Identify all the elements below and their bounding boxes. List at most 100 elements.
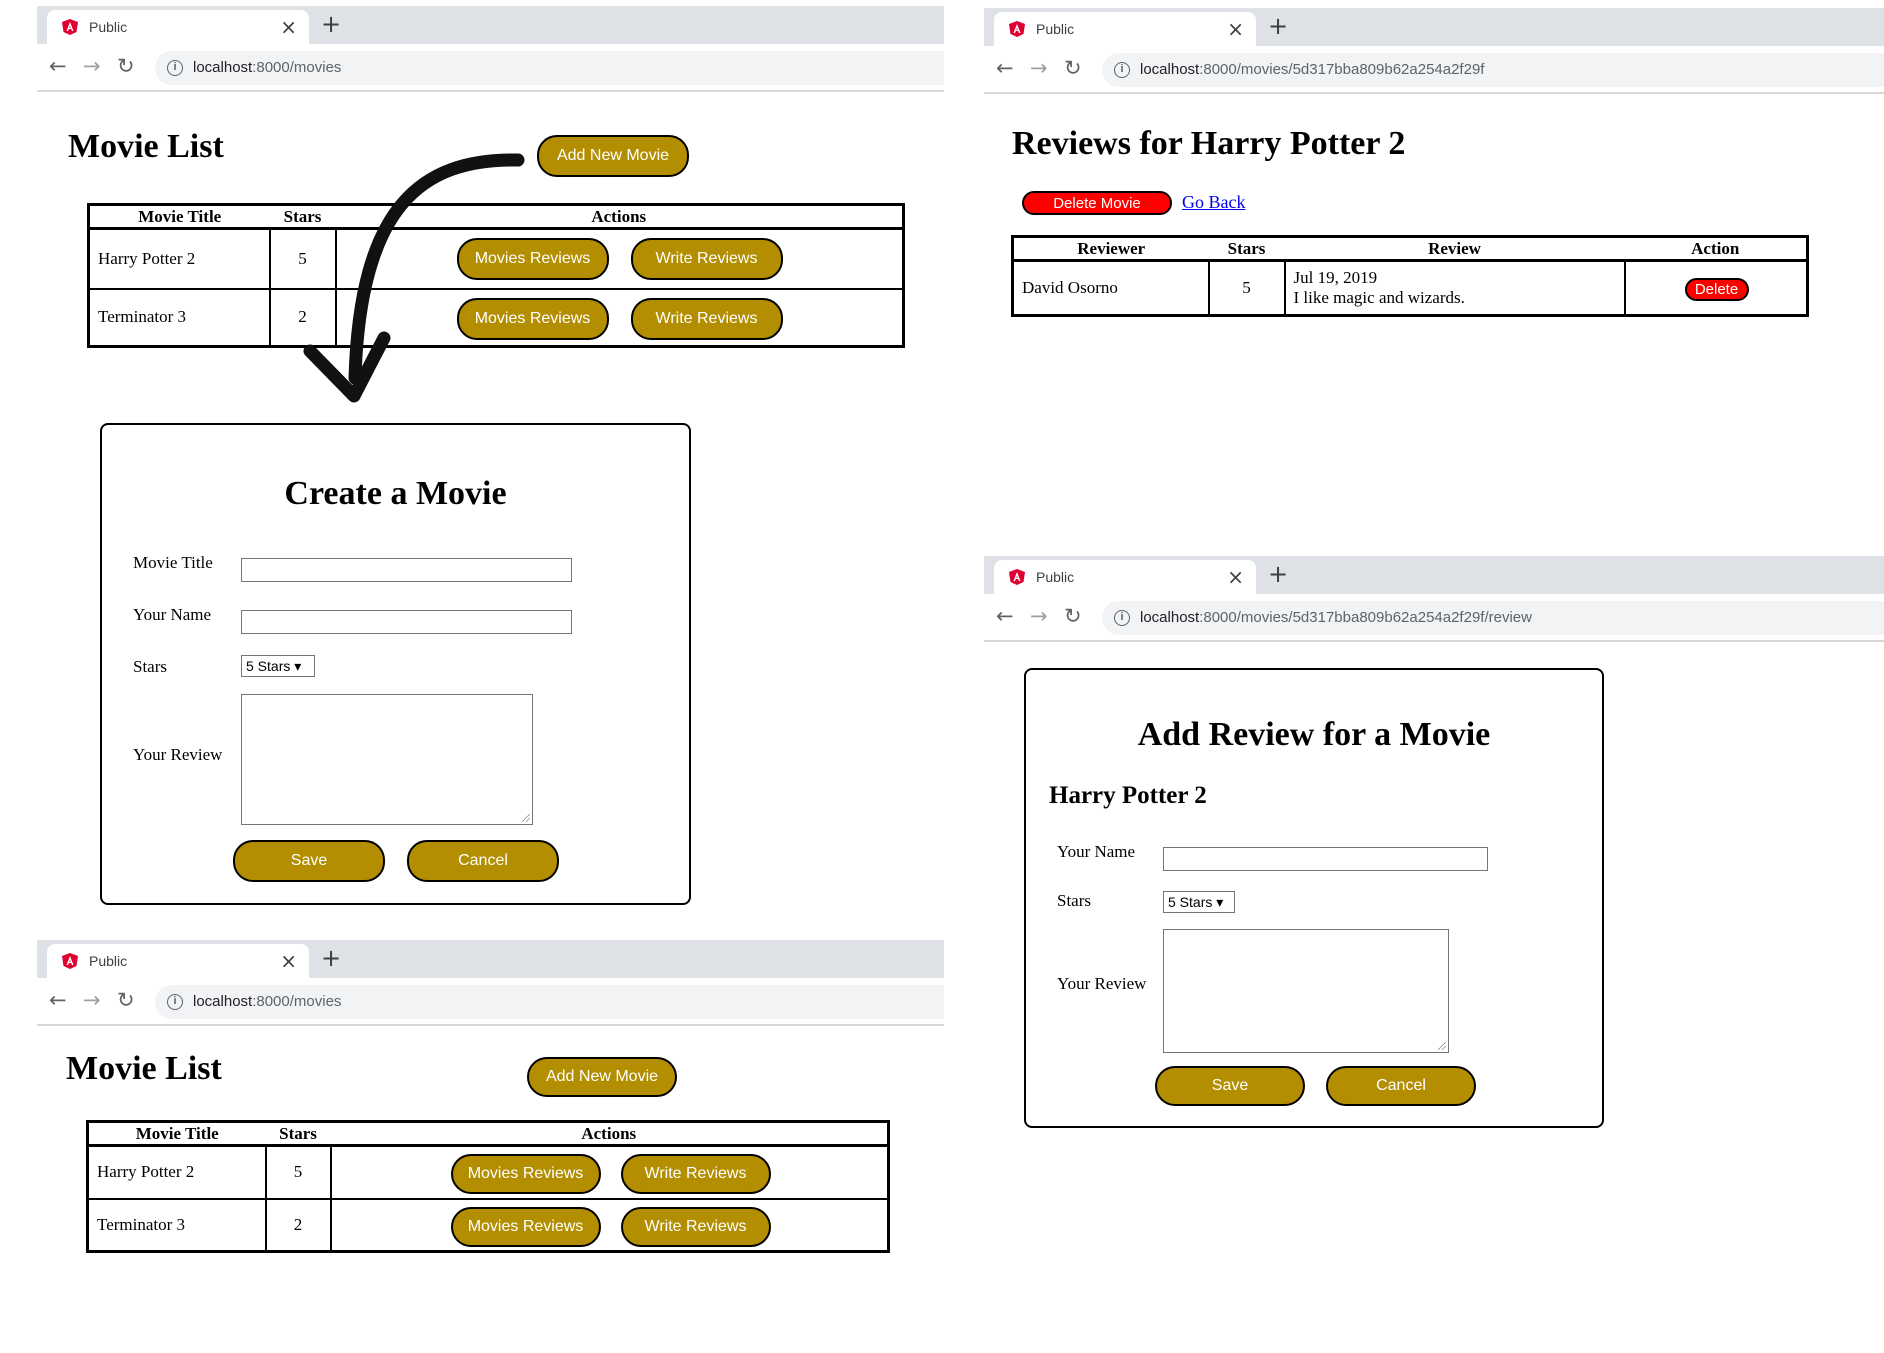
back-arrow-icon[interactable]: ←: [996, 604, 1014, 628]
table-header-row: Reviewer Stars Review Action: [1012, 235, 1808, 262]
close-tab-icon[interactable]: ×: [1227, 565, 1244, 589]
toolbar: ← → ↻ i localhost:8000/movies: [37, 978, 944, 1026]
browser-tab[interactable]: Public ×: [47, 944, 309, 978]
new-tab-icon[interactable]: +: [1268, 12, 1288, 40]
back-arrow-icon[interactable]: ←: [996, 56, 1014, 80]
go-back-link[interactable]: Go Back: [1182, 192, 1245, 213]
table-row: David Osorno 5 Jul 19, 2019 I like magic…: [1011, 259, 1809, 317]
reviews-table: Reviewer Stars Review Action David Osorn…: [1011, 235, 1809, 317]
info-icon[interactable]: i: [1114, 62, 1130, 78]
column-header: Movie Title: [87, 1120, 266, 1147]
stars-select[interactable]: 5 Stars ▾: [241, 655, 315, 677]
column-header: Movie Title: [88, 203, 270, 230]
reviewer-cell: David Osorno: [1011, 259, 1210, 317]
stars-select[interactable]: 5 Stars ▾: [1163, 891, 1235, 913]
close-tab-icon[interactable]: ×: [1227, 17, 1244, 41]
write-reviews-button[interactable]: Write Reviews: [630, 238, 783, 280]
info-icon[interactable]: i: [167, 60, 183, 76]
create-movie-form: Create a Movie Movie Title Your Name Sta…: [100, 423, 691, 905]
info-icon[interactable]: i: [167, 994, 183, 1010]
toolbar: ← → ↻ i localhost:8000/movies: [37, 44, 944, 92]
browser-tab[interactable]: Public ×: [994, 560, 1256, 594]
tab-title: Public: [1036, 21, 1075, 37]
new-tab-icon[interactable]: +: [321, 944, 341, 972]
new-tab-icon[interactable]: +: [321, 10, 341, 38]
review-cell: Jul 19, 2019 I like magic and wizards.: [1283, 259, 1626, 317]
forward-arrow-icon[interactable]: →: [83, 54, 101, 78]
url-text: localhost:8000/movies/5d317bba809b62a254…: [1140, 609, 1532, 626]
reload-icon[interactable]: ↻: [1064, 604, 1082, 628]
address-bar[interactable]: i localhost:8000/movies/5d317bba809b62a2…: [1102, 53, 1884, 87]
add-review-form: Add Review for a Movie Harry Potter 2 Yo…: [1024, 668, 1604, 1128]
cancel-button[interactable]: Cancel: [407, 840, 559, 882]
browser-window-reviews: Public × + ← → ↻ i localhost:8000/movies…: [984, 8, 1884, 94]
tab-title: Public: [89, 953, 128, 969]
table-row: Terminator 3 2 Movies Reviews Write Revi…: [86, 1197, 890, 1253]
your-review-label: Your Review: [1057, 974, 1147, 993]
form-title: Create a Movie: [284, 475, 507, 512]
tab-title: Public: [1036, 569, 1075, 585]
write-reviews-button[interactable]: Write Reviews: [630, 297, 783, 340]
cancel-button[interactable]: Cancel: [1326, 1066, 1476, 1106]
reload-icon[interactable]: ↻: [1064, 56, 1082, 80]
address-bar[interactable]: i localhost:8000/movies/5d317bba809b62a2…: [1102, 601, 1884, 635]
angular-shield-icon: [1009, 569, 1025, 585]
movie-name-heading: Harry Potter 2: [1049, 782, 1207, 809]
save-button[interactable]: Save: [233, 840, 385, 882]
table-row: Harry Potter 2 5 Movies Reviews Write Re…: [86, 1144, 890, 1200]
save-button[interactable]: Save: [1155, 1066, 1305, 1106]
close-tab-icon[interactable]: ×: [280, 949, 297, 973]
forward-arrow-icon[interactable]: →: [83, 988, 101, 1012]
stars-label: Stars: [133, 657, 167, 676]
column-header: Reviewer: [1012, 235, 1209, 262]
toolbar: ← → ↻ i localhost:8000/movies/5d317bba80…: [984, 594, 1884, 642]
movie-title-cell: Terminator 3: [87, 287, 271, 348]
column-header: Stars: [1208, 235, 1285, 262]
delete-review-button[interactable]: Delete: [1684, 278, 1749, 301]
your-review-textarea[interactable]: [241, 694, 533, 825]
your-name-label: Your Name: [133, 605, 212, 624]
movie-title-cell: Harry Potter 2: [86, 1144, 267, 1200]
actions-cell: Movies Reviews Write Reviews: [329, 1197, 890, 1253]
delete-movie-button[interactable]: Delete Movie: [1022, 191, 1172, 215]
close-tab-icon[interactable]: ×: [280, 15, 297, 39]
stars-cell: 2: [264, 1197, 332, 1253]
forward-arrow-icon[interactable]: →: [1030, 56, 1048, 80]
url-text: localhost:8000/movies: [193, 59, 342, 76]
add-new-movie-button[interactable]: Add New Movie: [537, 135, 689, 177]
tab-strip: Public × +: [984, 556, 1884, 594]
write-reviews-button[interactable]: Write Reviews: [620, 1154, 771, 1194]
address-bar[interactable]: i localhost:8000/movies: [155, 51, 944, 85]
your-review-label: Your Review: [133, 745, 223, 764]
browser-tab[interactable]: Public ×: [994, 12, 1256, 46]
forward-arrow-icon[interactable]: →: [1030, 604, 1048, 628]
back-arrow-icon[interactable]: ←: [49, 988, 67, 1012]
angular-shield-icon: [1009, 21, 1025, 37]
browser-tab[interactable]: Public ×: [47, 10, 309, 44]
actions-cell: Movies Reviews Write Reviews: [329, 1144, 890, 1200]
movie-reviews-button[interactable]: Movies Reviews: [450, 1154, 601, 1194]
page-title: Movie List: [66, 1050, 222, 1087]
add-new-movie-button[interactable]: Add New Movie: [527, 1057, 677, 1097]
page-title: Reviews for Harry Potter 2: [1012, 125, 1406, 162]
tab-strip: Public × +: [984, 8, 1884, 46]
url-text: localhost:8000/movies: [193, 993, 342, 1010]
movie-reviews-button[interactable]: Movies Reviews: [450, 1206, 601, 1247]
reload-icon[interactable]: ↻: [117, 54, 135, 78]
address-bar[interactable]: i localhost:8000/movies: [155, 985, 944, 1019]
reload-icon[interactable]: ↻: [117, 988, 135, 1012]
new-tab-icon[interactable]: +: [1268, 560, 1288, 588]
info-icon[interactable]: i: [1114, 610, 1130, 626]
movie-table: Movie Title Stars Actions Harry Potter 2…: [86, 1120, 890, 1253]
tab-strip: Public × +: [37, 940, 944, 978]
back-arrow-icon[interactable]: ←: [49, 54, 67, 78]
movie-title-input[interactable]: [241, 558, 572, 582]
your-name-input[interactable]: [1163, 847, 1488, 871]
page-title: Movie List: [68, 128, 224, 165]
your-review-textarea[interactable]: [1163, 929, 1449, 1053]
form-title: Add Review for a Movie: [1137, 716, 1491, 753]
column-header: Action: [1624, 235, 1808, 262]
write-reviews-button[interactable]: Write Reviews: [620, 1206, 771, 1247]
movie-title-cell: Harry Potter 2: [87, 227, 271, 290]
your-name-input[interactable]: [241, 610, 572, 634]
